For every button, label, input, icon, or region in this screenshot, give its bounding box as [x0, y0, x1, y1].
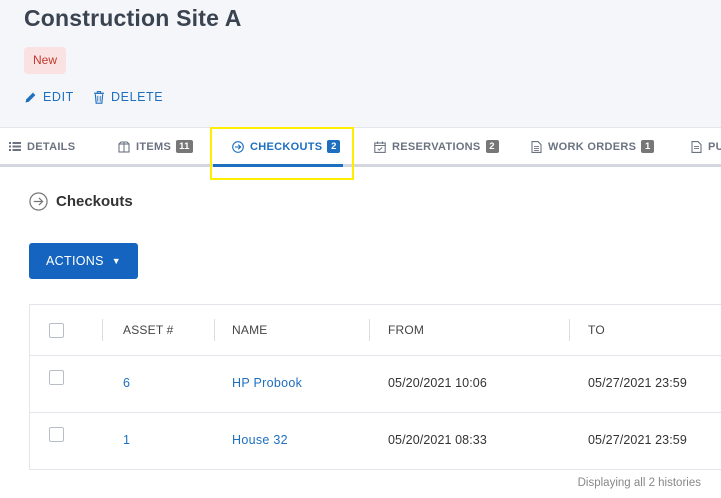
tab-bar: DETAILS ITEMS 11 CHECKOUTS 2 RESERVATION…: [0, 127, 721, 167]
column-separator: [569, 319, 570, 341]
row-checkbox[interactable]: [49, 427, 64, 442]
column-header-asset[interactable]: ASSET #: [123, 323, 174, 337]
table-header-row: ASSET # NAME FROM TO: [30, 305, 721, 356]
delete-label: DELETE: [111, 90, 164, 104]
section-title: Checkouts: [29, 192, 133, 211]
delete-button[interactable]: DELETE: [93, 89, 163, 105]
column-separator: [214, 319, 215, 341]
to-date: 05/27/2021 23:59: [588, 376, 687, 390]
asset-name-link[interactable]: House 32: [232, 433, 288, 447]
table-row: 6 HP Probook 05/20/2021 10:06 05/27/2021…: [30, 356, 721, 413]
tab-work-orders[interactable]: WORK ORDERS 1: [531, 128, 655, 165]
actions-label: ACTIONS: [46, 254, 104, 268]
document-icon: [531, 140, 542, 153]
select-all-checkbox[interactable]: [49, 323, 64, 338]
checkouts-table: ASSET # NAME FROM TO 6 HP Probook 05/20/…: [29, 304, 721, 470]
edit-label: EDIT: [43, 90, 74, 104]
tab-pu-label: PU: [708, 140, 721, 153]
asset-number-link[interactable]: 6: [123, 376, 130, 390]
tab-items-label: ITEMS: [136, 140, 172, 153]
column-separator: [369, 319, 370, 341]
row-checkbox[interactable]: [49, 370, 64, 385]
calendar-icon: [374, 141, 386, 153]
column-header-from[interactable]: FROM: [388, 323, 424, 337]
arrow-circle-icon: [232, 140, 244, 153]
caret-down-icon: ▼: [111, 256, 121, 266]
tab-checkouts-label: CHECKOUTS: [250, 140, 323, 153]
tab-pu[interactable]: PU: [691, 128, 721, 165]
edit-button[interactable]: EDIT: [24, 89, 74, 105]
to-date: 05/27/2021 23:59: [588, 433, 687, 447]
document-icon: [691, 140, 702, 153]
tab-details[interactable]: DETAILS: [9, 128, 75, 165]
tab-reservations[interactable]: RESERVATIONS 2: [374, 128, 499, 165]
active-tab-indicator: [213, 164, 343, 167]
asset-name-link[interactable]: HP Probook: [232, 376, 302, 390]
tab-checkouts[interactable]: CHECKOUTS 2: [232, 128, 341, 165]
pagination-summary: Displaying all 2 histories: [577, 477, 701, 489]
section-title-text: Checkouts: [56, 193, 133, 210]
from-date: 05/20/2021 08:33: [388, 433, 487, 447]
table-row: 1 House 32 05/20/2021 08:33 05/27/2021 2…: [30, 413, 721, 470]
tab-checkouts-count: 2: [327, 140, 341, 153]
from-date: 05/20/2021 10:06: [388, 376, 487, 390]
trash-icon: [94, 90, 104, 104]
arrow-circle-icon: [29, 192, 48, 211]
tab-work-orders-label: WORK ORDERS: [548, 140, 637, 153]
column-header-name[interactable]: NAME: [232, 323, 267, 337]
tab-work-orders-count: 1: [641, 140, 655, 153]
tab-reservations-label: RESERVATIONS: [392, 140, 481, 153]
asset-number-link[interactable]: 1: [123, 433, 130, 447]
actions-dropdown-button[interactable]: ACTIONS ▼: [29, 243, 138, 279]
column-header-to[interactable]: TO: [588, 323, 605, 337]
list-icon: [9, 142, 21, 151]
column-separator: [102, 319, 103, 341]
tab-details-label: DETAILS: [27, 140, 76, 153]
pencil-icon: [25, 92, 36, 102]
tab-items-count: 11: [176, 140, 193, 153]
tab-items[interactable]: ITEMS 11: [118, 128, 193, 165]
tab-reservations-count: 2: [485, 140, 499, 153]
box-icon: [118, 140, 130, 153]
status-badge: New: [24, 47, 67, 74]
page-title: Construction Site A: [24, 5, 242, 31]
page-header: Construction Site A New EDIT DELETE: [0, 0, 721, 127]
